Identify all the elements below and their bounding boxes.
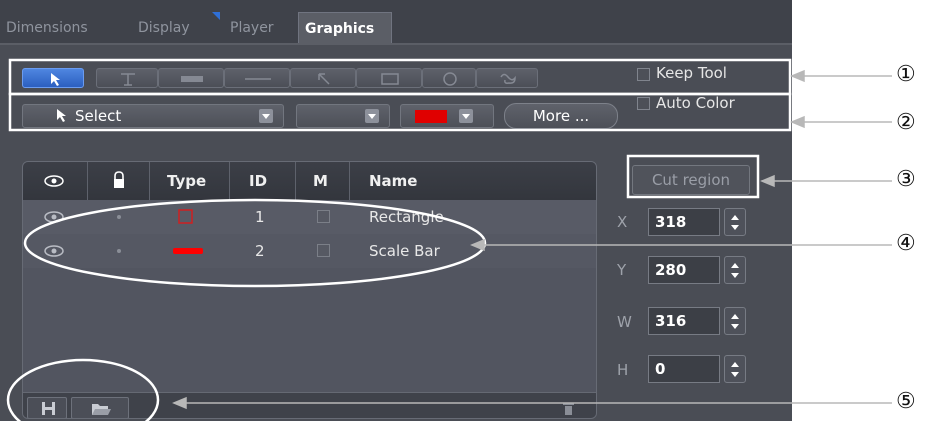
color-dropdown[interactable] (400, 104, 494, 128)
select-arrow-icon (51, 73, 60, 86)
h-label: H (617, 361, 629, 379)
lock-dot-icon[interactable] (117, 215, 121, 219)
tab-dimensions[interactable]: Dimensions (0, 12, 94, 44)
open-button[interactable] (71, 397, 129, 418)
callout-number-3: ③ (896, 167, 916, 192)
tab-display[interactable]: Display (132, 12, 196, 44)
rectangle-tool-button[interactable] (356, 68, 422, 88)
lock-icon (114, 171, 124, 188)
text-tool-button[interactable] (96, 68, 158, 88)
line-tool-button[interactable] (224, 68, 290, 88)
column-separator (229, 162, 230, 200)
eye-icon[interactable] (43, 243, 65, 259)
more-button[interactable]: More ... (504, 103, 618, 129)
auto-color-label: Auto Color (656, 94, 735, 112)
x-input[interactable]: 318 (648, 208, 720, 236)
chevron-down-icon (259, 109, 273, 123)
row-name: Rectangle (369, 208, 444, 226)
scale-bar-tool-button[interactable] (158, 68, 224, 88)
table-row[interactable]: 1 Rectangle (23, 200, 596, 234)
callout-number-5: ⑤ (896, 389, 916, 414)
circle-icon (443, 72, 457, 86)
y-input[interactable]: 280 (648, 256, 720, 284)
graphics-list: Type ID M Name 1 Rectangle 2 Scale Bar (22, 161, 597, 419)
tab-indicator-icon (212, 12, 220, 20)
h-input[interactable]: 0 (648, 355, 720, 383)
rectangle-type-icon (178, 209, 193, 224)
column-header-type[interactable]: Type (167, 162, 206, 200)
column-separator (87, 162, 88, 200)
marker-checkbox[interactable] (317, 244, 330, 257)
auto-color-checkbox[interactable] (637, 97, 650, 110)
text-icon (121, 73, 135, 86)
chevron-down-icon (459, 109, 473, 123)
tab-underline (0, 43, 792, 45)
w-spinner[interactable] (724, 307, 746, 335)
scale-bar-icon (181, 76, 203, 82)
y-label: Y (617, 261, 627, 279)
callout-arrowhead-2 (790, 115, 805, 129)
column-header-m[interactable]: M (313, 162, 328, 200)
graphics-panel: Dimensions Display Player Graphics Keep … (0, 0, 792, 421)
column-header-name[interactable]: Name (369, 162, 417, 200)
arrow-tool-button[interactable] (290, 68, 356, 88)
line-icon (245, 78, 271, 80)
trash-icon (563, 403, 574, 415)
rectangle-icon (381, 73, 399, 85)
scale-bar-type-icon (173, 248, 203, 254)
select-arrow-icon (57, 109, 66, 122)
row-id: 1 (255, 208, 265, 226)
column-header-id[interactable]: ID (249, 162, 267, 200)
color-swatch (415, 110, 447, 123)
row-name: Scale Bar (369, 242, 440, 260)
lock-dot-icon[interactable] (117, 249, 121, 253)
line-style-dropdown[interactable] (296, 104, 390, 128)
x-spinner[interactable] (724, 208, 746, 236)
delete-button[interactable] (543, 397, 593, 418)
x-label: X (617, 213, 628, 231)
callout-number-2: ② (896, 110, 916, 135)
row-id: 2 (255, 242, 265, 260)
callout-arrowhead-1 (790, 69, 805, 83)
chevron-down-icon (365, 109, 379, 123)
save-button[interactable] (27, 397, 67, 418)
tab-bar: Dimensions Display Player Graphics (0, 0, 792, 44)
callout-number-4: ④ (896, 231, 916, 256)
w-label: W (617, 313, 632, 331)
column-separator (349, 162, 350, 200)
select-tool-button[interactable] (22, 68, 84, 88)
w-input[interactable]: 316 (648, 307, 720, 335)
eye-icon (44, 175, 64, 187)
list-footer (23, 392, 596, 418)
open-folder-icon (92, 404, 111, 415)
y-spinner[interactable] (724, 256, 746, 284)
table-row[interactable]: 2 Scale Bar (23, 234, 596, 268)
keep-tool-checkbox[interactable] (637, 68, 650, 81)
column-separator (295, 162, 296, 200)
keep-tool-label: Keep Tool (656, 64, 727, 82)
select-mode-value: Select (75, 107, 122, 125)
save-icon (42, 402, 55, 415)
freehand-icon (500, 73, 516, 84)
arrow-icon (318, 73, 330, 85)
tab-graphics[interactable]: Graphics (298, 12, 392, 44)
h-spinner[interactable] (724, 355, 746, 383)
cut-region-button[interactable]: Cut region (632, 165, 750, 195)
circle-tool-button[interactable] (422, 68, 476, 88)
eye-icon[interactable] (43, 209, 65, 225)
select-mode-dropdown[interactable]: Select (22, 104, 284, 128)
callout-number-1: ① (896, 62, 916, 87)
freehand-tool-button[interactable] (476, 68, 538, 88)
column-separator (149, 162, 150, 200)
marker-checkbox[interactable] (317, 210, 330, 223)
tab-player[interactable]: Player (224, 12, 280, 44)
list-header: Type ID M Name (23, 162, 596, 200)
